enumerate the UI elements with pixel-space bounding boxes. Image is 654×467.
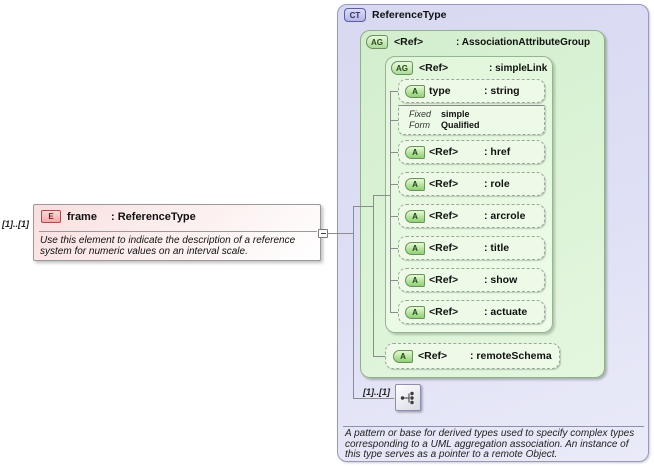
attribute-type: : remoteSchema: [470, 350, 552, 362]
attribute-box-type[interactable]: A type : string: [398, 79, 545, 103]
attrgroup-type: : AssociationAttributeGroup: [456, 36, 591, 48]
attrgroup-ref: <Ref>: [419, 62, 449, 74]
attribute-badge-icon: A: [405, 273, 425, 287]
complextype-title: ReferenceType: [372, 9, 447, 21]
connector-line: [353, 398, 394, 399]
attribute-ref: <Ref>: [429, 178, 459, 190]
schema-diagram: [1]..[1] E frame : ReferenceType Use thi…: [0, 0, 654, 467]
connector-line: [390, 312, 398, 313]
attribute-ref: <Ref>: [429, 274, 459, 286]
facet-value: simple: [441, 109, 470, 119]
facet-row-fixed: Fixed simple: [409, 109, 544, 120]
element-name: frame: [67, 210, 97, 223]
connector-line: [373, 195, 390, 196]
attribute-ref: <Ref>: [429, 242, 459, 254]
attribute-box-role[interactable]: A <Ref> : role: [398, 172, 545, 196]
connector-line: [390, 216, 398, 217]
attribute-ref: <Ref>: [429, 306, 459, 318]
attribute-type: : string: [484, 85, 520, 97]
connector-line: [373, 356, 385, 357]
connector-line: [390, 152, 398, 153]
facet-label: Form: [409, 120, 430, 130]
attribute-type: : show: [484, 274, 518, 286]
connector-line: [390, 120, 398, 121]
attribute-badge-icon: A: [405, 84, 425, 98]
connector-line: [390, 91, 391, 312]
attribute-name: type: [429, 85, 451, 97]
connector-line: [373, 195, 374, 356]
annotation-text: A pattern or base for derived types used…: [345, 428, 635, 460]
attribute-badge-icon: A: [405, 241, 425, 255]
connector-line: [353, 206, 373, 207]
attrgroup-header: AG <Ref> : AssociationAttributeGroup: [361, 31, 604, 49]
connector-line: [390, 91, 398, 92]
collapse-dash: [320, 233, 326, 234]
attribute-box-arcrole[interactable]: A <Ref> : arcrole: [398, 204, 545, 228]
attribute-ref: <Ref>: [429, 146, 459, 158]
attribute-box-href[interactable]: A <Ref> : href: [398, 140, 545, 164]
attribute-badge-icon: A: [405, 177, 425, 191]
attribute-type: : arcrole: [484, 210, 526, 222]
connector-line: [328, 233, 353, 234]
connector-line: [390, 248, 398, 249]
element-header: E frame : ReferenceType: [34, 205, 320, 223]
element-box-frame[interactable]: E frame : ReferenceType Use this element…: [33, 204, 321, 261]
facet-label: Fixed: [409, 109, 432, 119]
attrgroup-ref: <Ref>: [394, 36, 424, 48]
element-description: Use this element to indicate the descrip…: [40, 235, 296, 257]
connector-line: [390, 280, 398, 281]
connector-line: [353, 206, 354, 398]
attribute-badge-icon: A: [393, 349, 413, 363]
attribute-box-remoteschema[interactable]: A <Ref> : remoteSchema: [385, 343, 560, 369]
expand-handle-icon[interactable]: [318, 229, 328, 238]
annotation-separator: [343, 426, 644, 427]
attribute-box-actuate[interactable]: A <Ref> : actuate: [398, 300, 545, 324]
attribute-type: : role: [484, 178, 510, 190]
attribute-box-title[interactable]: A <Ref> : title: [398, 236, 545, 260]
attribute-box-show[interactable]: A <Ref> : show: [398, 268, 545, 292]
attribute-ref: <Ref>: [429, 210, 459, 222]
attrgroup-header: AG <Ref> : simpleLink: [386, 57, 552, 75]
attribute-ref: <Ref>: [418, 350, 448, 362]
sequence-compositor-button[interactable]: [395, 384, 421, 411]
facet-row-form: Form Qualified: [409, 120, 544, 131]
attribute-type: : actuate: [484, 306, 528, 318]
attribute-badge-icon: A: [405, 145, 425, 159]
complextype-header: CT ReferenceType: [338, 5, 648, 22]
attrgroup-type: : simpleLink: [489, 62, 548, 74]
attrgroup-badge-icon: AG: [366, 35, 388, 49]
attribute-badge-icon: A: [405, 305, 425, 319]
attribute-type: : href: [484, 146, 511, 158]
attrgroup-badge-icon: AG: [391, 61, 413, 75]
compositor-occurs-label: [1]..[1]: [363, 387, 390, 397]
attribute-badge-icon: A: [405, 209, 425, 223]
element-occurs-label: [1]..[1]: [2, 219, 29, 229]
facets-box[interactable]: Fixed simple Form Qualified: [398, 105, 545, 135]
connector-line: [390, 184, 398, 185]
element-separator: [39, 231, 317, 232]
sequence-icon: [400, 391, 414, 404]
element-type: : ReferenceType: [111, 210, 196, 223]
element-badge-icon: E: [41, 210, 61, 223]
complextype-badge-icon: CT: [344, 8, 366, 22]
facet-value: Qualified: [441, 120, 480, 130]
attribute-type: : title: [484, 242, 510, 254]
